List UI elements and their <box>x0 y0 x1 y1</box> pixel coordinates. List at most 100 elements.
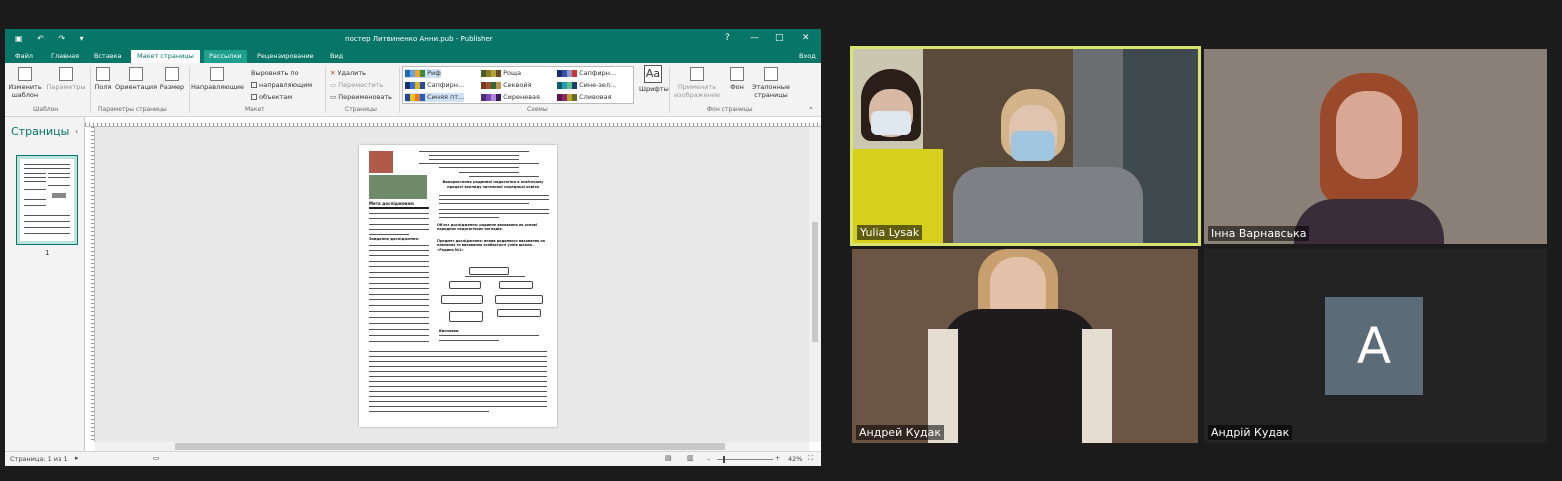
object-size-icon: ▭ <box>153 454 160 462</box>
fit-page-icon[interactable]: ⛶ <box>808 454 813 463</box>
participant-name: Інна Варнавська <box>1208 226 1310 241</box>
page-status: Страница: 1 из 1 <box>10 455 68 463</box>
tab-insert[interactable]: Вставка <box>94 52 122 60</box>
delete-page-button[interactable]: ✕ Удалить <box>330 69 366 77</box>
align-objects-checkbox[interactable]: объектам <box>251 93 292 101</box>
apply-image-button[interactable]: Применить изображение <box>671 67 723 99</box>
tab-mailings[interactable]: Рассылки <box>204 50 247 63</box>
fonts-button[interactable]: Aa Шрифты <box>639 65 669 93</box>
scheme-item-selected[interactable]: Синяя пт... <box>405 93 465 102</box>
parameters-button[interactable]: Параметры <box>45 67 87 91</box>
tab-home[interactable]: Главная <box>51 52 79 60</box>
color-schemes-gallery[interactable]: Риф Роща Сапфирн... Сапфирн... Секвойя С… <box>402 66 634 104</box>
template-icon <box>18 67 32 81</box>
background-button[interactable]: Фон <box>725 67 749 91</box>
person-face <box>1336 91 1402 179</box>
guides-button[interactable]: Направляющие <box>191 67 244 91</box>
margins-icon <box>96 67 110 81</box>
master-pages-icon <box>764 67 778 81</box>
scroll-thumb[interactable] <box>175 443 725 450</box>
tab-view[interactable]: Вид <box>330 52 343 60</box>
diagram-box <box>449 311 483 322</box>
move-icon: ▭ <box>330 81 339 89</box>
poster-tasks-heading: Завдання дослідження: <box>369 237 420 241</box>
tab-page-design[interactable]: Макет страницы <box>131 50 200 63</box>
participant-name: Yulia Lysak <box>857 225 923 240</box>
poster-conclusions-heading: Висновки <box>439 329 459 333</box>
page-number-label: 1 <box>45 249 50 257</box>
guides-icon <box>210 67 224 81</box>
parameters-icon <box>59 67 73 81</box>
collapse-pane-icon[interactable]: ‹ <box>75 127 78 136</box>
align-by-label: Выровнять по <box>251 69 299 77</box>
rename-page-button[interactable]: ▭ Переименовать <box>330 93 392 101</box>
face-mask <box>871 111 911 135</box>
group-label-schemes: Схемы <box>527 106 548 113</box>
diagram-box <box>497 309 541 317</box>
scroll-thumb[interactable] <box>812 222 818 342</box>
scheme-item[interactable]: Секвойя <box>481 81 531 90</box>
ribbon-separator <box>669 67 670 113</box>
align-guides-checkbox[interactable]: направляющим <box>251 81 312 89</box>
scheme-item[interactable]: Сине-зел... <box>557 81 616 90</box>
zoom-in-icon[interactable]: + <box>775 454 780 462</box>
group-label-page-background: Фон страницы <box>707 106 753 113</box>
pages-pane: Страницы ‹ 1 <box>5 117 85 451</box>
video-tile[interactable]: Інна Варнавська <box>1204 49 1547 244</box>
page-thumbnail[interactable] <box>16 155 78 245</box>
scheme-item[interactable]: Сливовая <box>557 93 612 102</box>
checkbox-icon <box>251 82 257 88</box>
maximize-icon[interactable]: □ <box>775 33 784 43</box>
ribbon-separator <box>189 67 190 113</box>
scheme-item[interactable]: Роща <box>481 69 521 78</box>
poster-page[interactable]: Використання родинної педагогіки в освіт… <box>359 145 557 427</box>
group-label-template: Шаблон <box>33 106 59 113</box>
background-icon <box>730 67 744 81</box>
tab-file[interactable]: Файл <box>15 52 33 60</box>
help-icon[interactable]: ? <box>725 33 730 43</box>
person-clothing <box>942 309 1098 443</box>
single-page-view-icon[interactable]: ▤ <box>665 454 672 462</box>
ribbon: Изменить шаблон Параметры Шаблон Поля Ор… <box>5 63 821 117</box>
master-pages-button[interactable]: Эталонные страницы <box>751 67 791 99</box>
rename-icon: ▭ <box>330 93 339 101</box>
fonts-icon: Aa <box>644 65 662 83</box>
scheme-item[interactable]: Сапфирн... <box>557 69 616 78</box>
face-mask <box>1011 131 1055 161</box>
participant-name: Андрій Кудак <box>1208 425 1293 440</box>
collapse-ribbon-icon[interactable]: ⌃ <box>808 106 814 114</box>
zoom-out-icon[interactable]: – <box>707 455 710 463</box>
tab-review[interactable]: Рецензирование <box>257 52 314 60</box>
status-bar: Страница: 1 из 1 ▸ ▭ ▤ ▥ – + 42% ⛶ <box>5 451 821 466</box>
video-tile[interactable]: Андрей Кудак <box>852 249 1198 443</box>
change-template-button[interactable]: Изменить шаблон <box>8 67 42 99</box>
zoom-slider[interactable] <box>717 459 773 460</box>
sign-in-link[interactable]: Вход <box>799 52 816 60</box>
diagram-box <box>469 267 509 275</box>
checkbox-icon <box>251 94 257 100</box>
two-page-view-icon[interactable]: ▥ <box>687 454 694 462</box>
poster-school-photo <box>369 175 427 199</box>
scheme-item[interactable]: Сапфирн... <box>405 81 464 90</box>
orientation-button[interactable]: Ориентация <box>115 67 157 91</box>
close-icon[interactable]: ✕ <box>802 33 810 43</box>
minimize-icon[interactable]: — <box>750 33 759 43</box>
document-workspace[interactable]: Використання родинної педагогіки в освіт… <box>95 127 809 442</box>
margins-button[interactable]: Поля <box>93 67 113 91</box>
window-title: постер Литвиненко Анни.pub - Publisher <box>345 35 493 43</box>
zoom-slider-thumb[interactable] <box>723 456 725 463</box>
scheme-item[interactable]: Сиреневая <box>481 93 540 102</box>
move-page-button[interactable]: ▭ Переместить <box>330 81 383 89</box>
vertical-scrollbar[interactable] <box>809 127 821 442</box>
horizontal-ruler <box>85 117 821 127</box>
person-clothing <box>1294 199 1444 244</box>
video-tile-active-speaker[interactable]: Yulia Lysak <box>850 46 1201 246</box>
quick-access-icons[interactable]: ▣ ↶ ↷ ▾ <box>15 34 90 43</box>
delete-icon: ✕ <box>330 69 338 77</box>
video-tile-no-camera[interactable]: A Андрій Кудак <box>1204 249 1547 443</box>
poster-object: Об'єкт дослідження: родинне виховання на… <box>437 223 537 232</box>
horizontal-scrollbar[interactable] <box>95 442 809 451</box>
scheme-item[interactable]: Риф <box>405 69 441 78</box>
size-button[interactable]: Размер <box>158 67 186 91</box>
ribbon-separator <box>325 67 326 113</box>
